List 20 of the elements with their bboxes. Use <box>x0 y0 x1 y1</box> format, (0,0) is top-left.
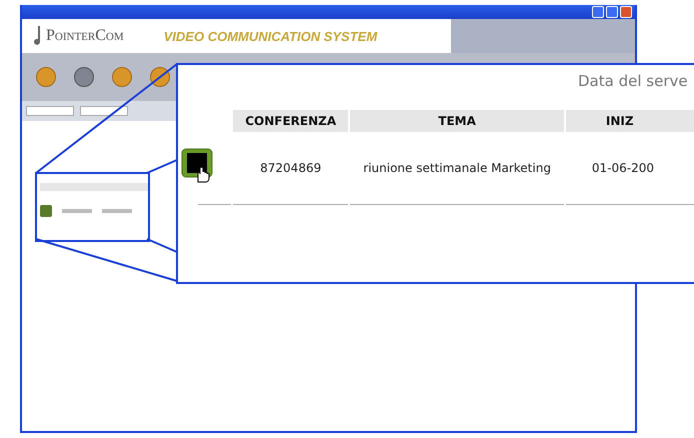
column-header: TEMA <box>350 110 564 132</box>
maximize-button[interactable] <box>606 6 618 18</box>
toolbar-icon[interactable] <box>112 67 132 87</box>
filter-field[interactable] <box>26 106 74 116</box>
app-name: PointerCom <box>46 27 124 45</box>
toolbar-icon[interactable] <box>74 67 94 87</box>
blurred-text <box>62 209 92 213</box>
tagline: VIDEO COMMUNICATION SYSTEM <box>164 28 378 44</box>
table-cell: 01-06-200 <box>566 132 694 205</box>
conference-icon[interactable] <box>40 205 52 217</box>
column-header: INIZ <box>566 110 694 132</box>
blurred-text <box>102 209 132 213</box>
table-cell: 87204869 <box>233 132 348 205</box>
toolbar-icon[interactable] <box>36 67 56 87</box>
filter-field[interactable] <box>80 106 128 116</box>
close-button[interactable] <box>620 6 632 18</box>
minimize-button[interactable] <box>592 6 604 18</box>
column-header: CONFERENZA <box>233 110 348 132</box>
server-date-label: Data del serve <box>578 72 688 90</box>
table-cell: riunione settimanale Marketing <box>350 132 564 205</box>
